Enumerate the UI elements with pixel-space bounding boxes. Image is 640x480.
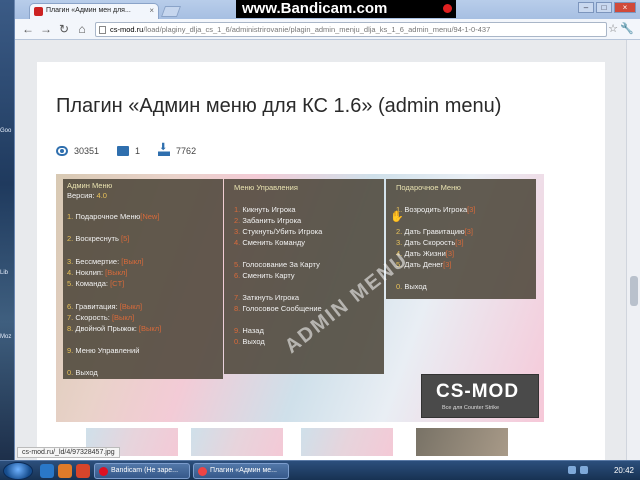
menu-item: 8. Двойной Прыжок: [Выкл] bbox=[67, 324, 162, 333]
menu-item: 5. Голосование За Карту bbox=[234, 260, 320, 269]
chrome-icon[interactable] bbox=[76, 464, 90, 478]
desktop-icon-label[interactable]: Moz bbox=[0, 334, 11, 340]
menu-item: 3. Дать Скорость[3] bbox=[396, 238, 464, 247]
firefox-icon[interactable] bbox=[58, 464, 72, 478]
close-button[interactable]: × bbox=[614, 2, 636, 13]
menu-item: 9. Меню Управлений bbox=[67, 346, 140, 355]
desktop-icon-label[interactable]: Goo bbox=[0, 128, 11, 134]
admin-menu-panel: Админ Меню Версия: 4.0 1. Подарочное Мен… bbox=[63, 179, 223, 379]
url-path: /load/plaginy_dlja_cs_1_6/administrirova… bbox=[143, 25, 491, 34]
gift-menu-panel: Подарочное Меню 1. Возродить Игрока[3] 2… bbox=[386, 179, 536, 299]
vertical-scrollbar[interactable] bbox=[626, 40, 640, 460]
menu-item: 4. Ноклип: [Выкл] bbox=[67, 268, 128, 277]
menu-item: 4. Сменить Команду bbox=[234, 238, 305, 247]
cs-mod-logo: CS-MOD Все для Counter Strike bbox=[421, 374, 539, 418]
recorder-watermark-text: www.Bandicam.com bbox=[242, 0, 388, 17]
network-icon[interactable] bbox=[568, 466, 576, 474]
menu-item: 5. Команда: [CT] bbox=[67, 279, 125, 288]
logo-title: CS-MOD bbox=[436, 381, 520, 402]
menu-item: 9. Назад bbox=[234, 326, 264, 335]
gift-menu-header: Подарочное Меню bbox=[396, 183, 461, 192]
page-title: Плагин «Админ меню для КС 1.6» (admin me… bbox=[56, 95, 502, 117]
menu-item: 2. Дать Гравитацию[3] bbox=[396, 227, 474, 236]
new-tab-button[interactable] bbox=[160, 6, 182, 17]
desktop-strip: Goo Lib Moz bbox=[0, 0, 14, 460]
ie-icon[interactable] bbox=[40, 464, 54, 478]
taskbar-task-bandicam[interactable]: Bandicam (Не заре... bbox=[94, 463, 190, 479]
browser-tab[interactable]: Плагин «Админ мен для... × bbox=[29, 3, 159, 19]
views-count: 30351 bbox=[74, 146, 100, 156]
menu-item: 8. Голосовое Сообщение bbox=[234, 304, 322, 313]
task-label: Плагин «Админ ме... bbox=[210, 467, 278, 474]
menu-item: 7. Заткнуть Игрока bbox=[234, 293, 300, 302]
page-icon bbox=[99, 26, 106, 34]
address-bar[interactable]: cs-mod.ru/load/plaginy_dlja_cs_1_6/admin… bbox=[95, 22, 607, 37]
volume-icon[interactable] bbox=[580, 466, 588, 474]
logo-subtitle: Все для Counter Strike bbox=[442, 405, 500, 411]
mouse-cursor-icon: ✋ bbox=[390, 211, 404, 223]
views-icon bbox=[56, 146, 68, 156]
desktop-icon-label[interactable]: Lib bbox=[0, 270, 8, 276]
recorder-watermark: www.Bandicam.com bbox=[236, 0, 456, 18]
plugin-screenshot[interactable]: Админ Меню Версия: 4.0 1. Подарочное Мен… bbox=[56, 174, 544, 422]
taskbar-task-browser[interactable]: Плагин «Админ ме... bbox=[193, 463, 289, 479]
url-host: cs-mod.ru bbox=[110, 25, 144, 34]
clock[interactable]: 20:42 bbox=[614, 466, 634, 475]
record-indicator-icon bbox=[443, 4, 452, 13]
thumbnail[interactable] bbox=[191, 428, 283, 456]
forward-button[interactable]: → bbox=[39, 22, 53, 36]
menu-item: 3. Стукнуть/Убить Игрока bbox=[234, 227, 323, 236]
thumbnail[interactable] bbox=[301, 428, 393, 456]
thumbnail-strip bbox=[56, 428, 544, 456]
home-button[interactable]: ⌂ bbox=[75, 22, 89, 36]
downloads-icon bbox=[158, 142, 171, 156]
back-button[interactable]: ← bbox=[21, 22, 35, 36]
menu-item: 2. Забанить Игрока bbox=[234, 216, 302, 225]
page-viewport: Плагин «Админ меню для КС 1.6» (admin me… bbox=[15, 40, 627, 460]
bandicam-icon bbox=[99, 467, 108, 476]
menu-item: 6. Сменить Карту bbox=[234, 271, 295, 280]
downloads-count: 7762 bbox=[176, 146, 197, 156]
status-url: cs-mod.ru/_ld/4/97328457.jpg bbox=[17, 447, 120, 458]
comments-icon[interactable] bbox=[117, 146, 130, 156]
start-button[interactable] bbox=[3, 462, 33, 480]
chrome-icon bbox=[198, 467, 207, 476]
tab-title: Плагин «Админ мен для... bbox=[46, 7, 131, 14]
menu-item: 3. Бессмертие: [Выкл] bbox=[67, 257, 144, 266]
browser-window: Плагин «Админ мен для... × – □ × ← → ↻ ⌂… bbox=[14, 0, 640, 460]
reload-button[interactable]: ↻ bbox=[57, 22, 71, 36]
version-value: 4.0 bbox=[96, 191, 107, 200]
maximize-button[interactable]: □ bbox=[596, 2, 612, 13]
article-card: Плагин «Админ меню для КС 1.6» (admin me… bbox=[37, 62, 605, 460]
version-line: Версия: 4.0 bbox=[67, 191, 107, 200]
tab-close-icon[interactable]: × bbox=[149, 6, 154, 15]
window-controls: – □ × bbox=[578, 2, 636, 13]
menu-item: 1. Кикнуть Игрока bbox=[234, 205, 296, 214]
thumbnail[interactable] bbox=[416, 428, 508, 456]
comments-count[interactable]: 1 bbox=[135, 146, 140, 156]
menu-item: 6. Гравитация: [Выкл] bbox=[67, 302, 143, 311]
scrollbar-thumb[interactable] bbox=[630, 276, 638, 306]
menu-item: 1. Подарочное Меню[New] bbox=[67, 212, 160, 221]
menu-item: 2. Воскреснуть [5] bbox=[67, 234, 130, 243]
control-menu-header: Меню Управления bbox=[234, 183, 298, 192]
minimize-button[interactable]: – bbox=[578, 2, 594, 13]
task-label: Bandicam (Не заре... bbox=[111, 467, 179, 474]
version-label: Версия: bbox=[67, 191, 95, 200]
admin-menu-header: Админ Меню bbox=[67, 181, 113, 190]
bookmark-star-icon[interactable]: ☆ bbox=[608, 22, 618, 35]
menu-item: 7. Скорость: [Выкл] bbox=[67, 313, 135, 322]
menu-item: 0. Выход bbox=[396, 282, 427, 291]
site-favicon-icon bbox=[34, 7, 43, 16]
wrench-menu-icon[interactable]: 🔧 bbox=[620, 22, 634, 35]
menu-item: 1. Возродить Игрока[3] bbox=[396, 205, 476, 214]
browser-toolbar: ← → ↻ ⌂ cs-mod.ru/load/plaginy_dlja_cs_1… bbox=[15, 19, 640, 40]
menu-item: 0. Выход bbox=[234, 337, 265, 346]
taskbar: Bandicam (Не заре... Плагин «Админ ме...… bbox=[0, 460, 640, 480]
article-stats: 30351 1 7762 bbox=[56, 142, 214, 156]
menu-item: 0. Выход bbox=[67, 368, 98, 377]
